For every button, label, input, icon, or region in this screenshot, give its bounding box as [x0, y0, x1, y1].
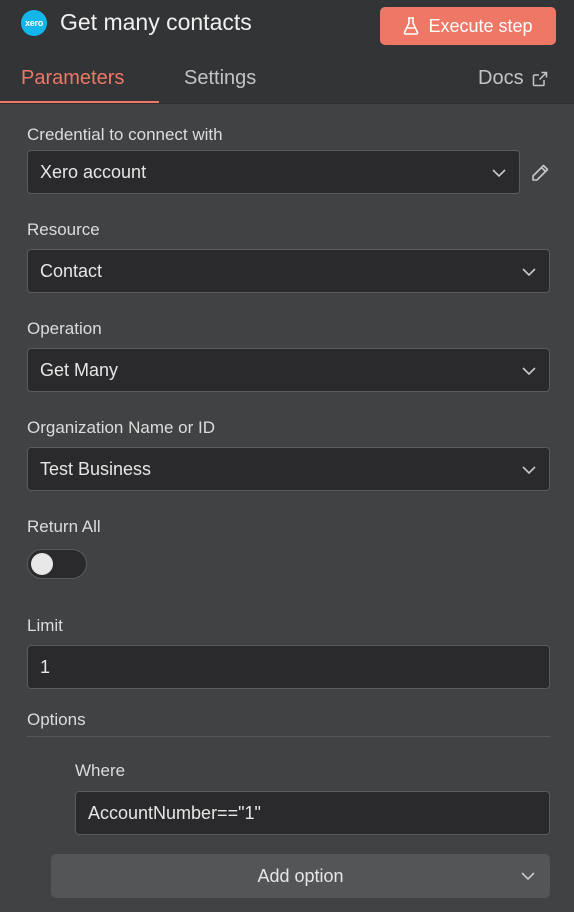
- execute-step-button[interactable]: Execute step: [380, 7, 556, 45]
- credential-label: Credential to connect with: [27, 125, 223, 144]
- tab-parameters[interactable]: Parameters: [21, 67, 124, 90]
- organization-label: Organization Name or ID: [27, 418, 216, 437]
- limit-input[interactable]: 1: [27, 645, 550, 689]
- credential-value: Xero account: [40, 161, 147, 182]
- resource-value: Contact: [40, 260, 103, 281]
- tab-docs[interactable]: Docs: [478, 67, 548, 90]
- where-value: AccountNumber=="1": [88, 802, 261, 823]
- where-input[interactable]: AccountNumber=="1": [75, 791, 550, 835]
- execute-step-label: Execute step: [428, 15, 533, 36]
- chevron-down-icon: [492, 169, 506, 178]
- xero-logo-text: xero: [25, 18, 43, 28]
- header-divider: [0, 103, 574, 104]
- external-link-icon: [532, 71, 547, 86]
- where-label: Where: [75, 761, 126, 780]
- organization-select[interactable]: Test Business: [27, 447, 550, 491]
- limit-label: Limit: [27, 616, 63, 635]
- resource-label: Resource: [27, 220, 100, 239]
- chevron-down-icon: [522, 466, 536, 475]
- tab-docs-label: Docs: [478, 67, 524, 89]
- node-title[interactable]: Get many contacts: [60, 9, 252, 36]
- node-header: xero Get many contacts Execute step Para…: [0, 0, 574, 104]
- limit-value: 1: [40, 656, 51, 677]
- operation-value: Get Many: [40, 359, 119, 380]
- tab-settings[interactable]: Settings: [184, 67, 256, 90]
- flask-icon: [404, 17, 419, 35]
- add-option-label: Add option: [257, 865, 344, 886]
- resource-select[interactable]: Contact: [27, 249, 550, 293]
- toggle-knob: [31, 553, 53, 575]
- return-all-label: Return All: [27, 517, 101, 536]
- options-label: Options: [27, 710, 86, 729]
- add-option-button[interactable]: Add option: [51, 854, 550, 898]
- xero-logo: xero: [21, 10, 47, 36]
- organization-value: Test Business: [40, 458, 152, 479]
- chevron-down-icon: [522, 367, 536, 376]
- chevron-down-icon: [522, 268, 536, 277]
- return-all-toggle[interactable]: [27, 549, 87, 579]
- operation-select[interactable]: Get Many: [27, 348, 550, 392]
- pencil-icon[interactable]: [529, 162, 551, 184]
- operation-label: Operation: [27, 319, 102, 338]
- chevron-down-icon: [521, 872, 535, 881]
- options-divider: [27, 736, 550, 737]
- credential-select[interactable]: Xero account: [27, 150, 520, 194]
